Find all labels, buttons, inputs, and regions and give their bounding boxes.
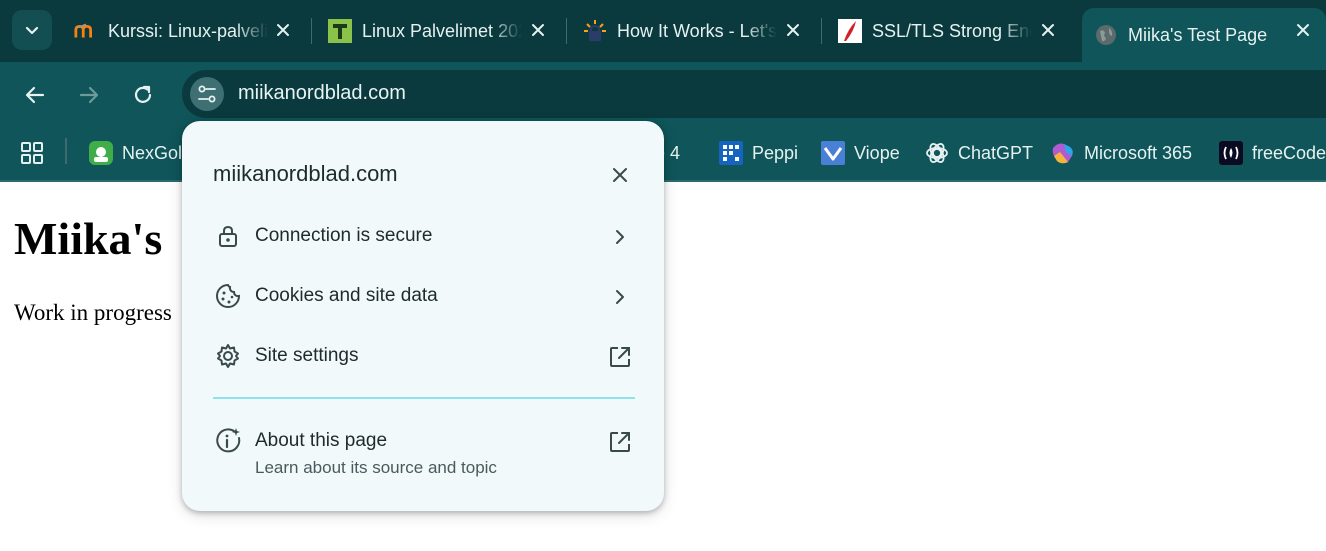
info-sparkle-icon xyxy=(214,427,242,455)
row-label: Cookies and site data xyxy=(255,285,438,306)
site-info-button[interactable] xyxy=(190,77,224,111)
bookmark-label: NexGol xyxy=(122,142,183,163)
chevron-right-icon xyxy=(606,223,634,251)
microsoft365-icon xyxy=(1052,143,1073,164)
back-button[interactable] xyxy=(18,78,52,112)
tab-kurssi[interactable]: Kurssi: Linux-palvelimet xyxy=(62,8,306,54)
popup-domain-title: miikanordblad.com xyxy=(213,161,398,186)
nexgol-icon xyxy=(89,141,113,165)
arrow-left-icon xyxy=(25,86,45,104)
bookmark-label: freeCode xyxy=(1252,142,1326,163)
tab-title: How It Works - Let's Encrypt xyxy=(617,20,777,41)
open-external-icon xyxy=(606,343,634,371)
site-info-popup: miikanordblad.com Connection is secure C… xyxy=(182,121,664,511)
open-external-icon xyxy=(606,428,634,456)
tab-title: Miika's Test Page xyxy=(1128,24,1268,45)
address-bar[interactable]: miikanordblad.com xyxy=(182,70,1326,118)
bookmark-chatgpt[interactable]: ChatGPT xyxy=(924,138,1033,168)
moodle-icon xyxy=(74,19,98,43)
close-icon xyxy=(1042,24,1054,36)
connection-secure-row[interactable]: Connection is secure xyxy=(182,207,664,265)
close-tab-button[interactable] xyxy=(527,19,549,41)
arrow-right-icon xyxy=(79,86,99,104)
tab-how-it-works[interactable]: How It Works - Let's Encrypt xyxy=(571,8,816,54)
close-icon xyxy=(1297,24,1309,36)
close-tab-button[interactable] xyxy=(1292,19,1314,41)
apps-grid-icon xyxy=(21,142,43,164)
chatgpt-icon xyxy=(926,143,948,163)
apps-button[interactable] xyxy=(20,138,44,168)
row-label: Site settings xyxy=(255,345,359,366)
tab-strip: Kurssi: Linux-palvelimet Linux Palvelime… xyxy=(0,0,1326,62)
page-heading: Miika's xyxy=(14,213,163,264)
close-icon xyxy=(787,24,799,36)
close-icon xyxy=(613,168,627,182)
tab-miikas-test-page[interactable]: Miika's Test Page xyxy=(1082,8,1326,62)
lock-icon xyxy=(214,222,242,250)
bookmark-viope[interactable]: Viope xyxy=(820,138,900,168)
freecodecamp-icon xyxy=(1219,141,1243,165)
bookmark-label: Viope xyxy=(854,142,900,163)
close-tab-button[interactable] xyxy=(272,19,294,41)
tab-separator xyxy=(311,18,312,44)
tab-title: Kurssi: Linux-palvelimet xyxy=(108,20,268,41)
globe-icon xyxy=(1094,23,1118,47)
viope-icon xyxy=(821,141,845,165)
bookmark-peppi[interactable]: Peppi xyxy=(718,138,798,168)
chevron-down-icon xyxy=(25,26,39,35)
bookmark-microsoft365[interactable]: Microsoft 365 xyxy=(1050,138,1192,168)
tab-separator xyxy=(566,18,567,44)
row-label: About this page xyxy=(255,430,388,451)
row-label: Connection is secure xyxy=(255,225,433,246)
bookmark-label: Peppi xyxy=(752,142,799,163)
tab-title: Linux Palvelimet 2024 xyxy=(362,20,522,41)
reload-button[interactable] xyxy=(126,78,160,112)
close-icon xyxy=(532,24,544,36)
cookies-site-data-row[interactable]: Cookies and site data xyxy=(182,267,664,325)
cookie-icon xyxy=(214,282,242,310)
apache-feather-icon xyxy=(838,19,862,43)
page-body-text: Work in progress xyxy=(14,300,172,325)
site-settings-row[interactable]: Site settings xyxy=(182,327,664,385)
popup-close-button[interactable] xyxy=(606,161,634,189)
browser-window: Kurssi: Linux-palvelimet Linux Palvelime… xyxy=(0,0,1326,551)
peppi-icon xyxy=(719,141,743,165)
close-tab-button[interactable] xyxy=(1037,19,1059,41)
reload-icon xyxy=(134,85,152,103)
tab-ssl-tls[interactable]: SSL/TLS Strong Encryption xyxy=(826,8,1071,54)
letsencrypt-icon xyxy=(583,19,607,43)
row-sublabel: Learn about its source and topic xyxy=(255,458,497,477)
tune-icon xyxy=(198,85,216,103)
tab-linux-palvelimet[interactable]: Linux Palvelimet 2024 xyxy=(316,8,561,54)
gear-icon xyxy=(214,342,242,370)
terokarvinen-icon xyxy=(328,19,352,43)
url-text[interactable]: miikanordblad.com xyxy=(238,82,406,105)
bookmarks-separator xyxy=(65,138,67,164)
about-this-page-row[interactable]: About this page Learn about its source a… xyxy=(182,412,664,492)
bookmark-label: ChatGPT xyxy=(958,142,1034,163)
toolbar: miikanordblad.com xyxy=(0,62,1326,126)
tab-separator xyxy=(821,18,822,44)
tab-title: SSL/TLS Strong Encryption xyxy=(872,20,1032,41)
close-tab-button[interactable] xyxy=(782,19,804,41)
tab-search-button[interactable] xyxy=(12,10,52,50)
chevron-right-icon xyxy=(606,283,634,311)
bookmark-freecodecamp[interactable]: freeCode xyxy=(1218,138,1326,168)
close-icon xyxy=(277,24,289,36)
popup-divider xyxy=(213,397,635,399)
bookmark-label: Microsoft 365 xyxy=(1084,142,1193,163)
bookmark-nexgol[interactable]: NexGol xyxy=(88,138,182,168)
forward-button[interactable] xyxy=(72,78,106,112)
